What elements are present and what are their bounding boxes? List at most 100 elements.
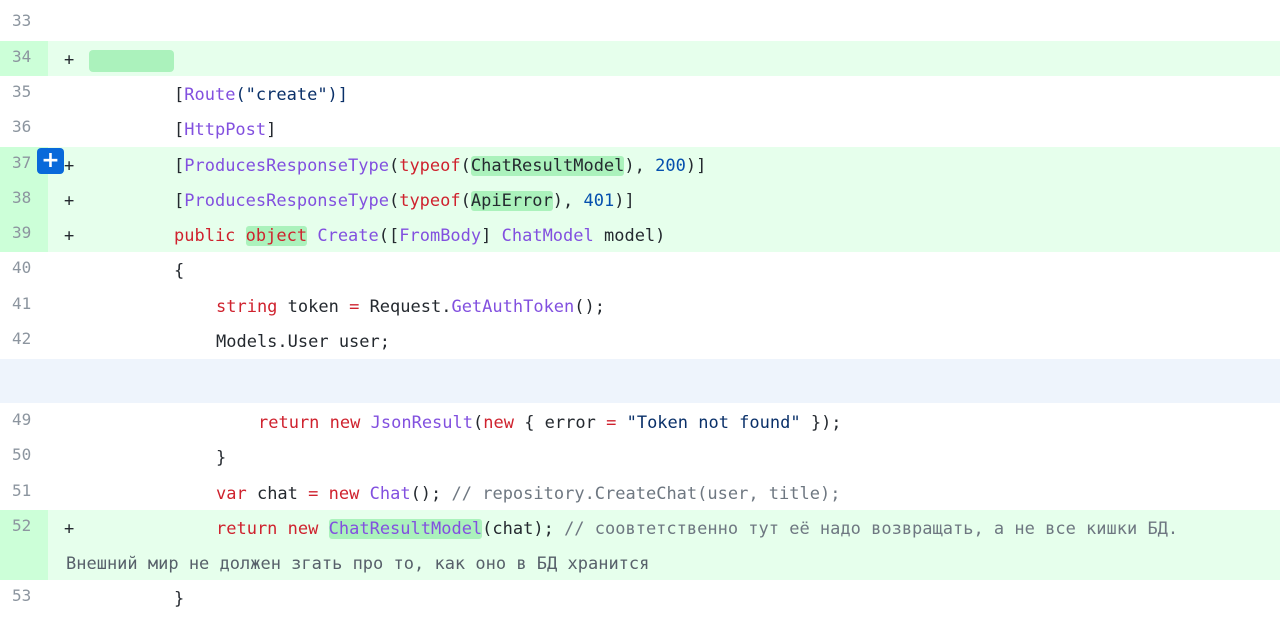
line-number-gutter[interactable]: 34 [0, 41, 48, 76]
code-text: { [174, 259, 184, 283]
diff-line-53: 53 } [0, 580, 1280, 616]
diff-line-41: 41 string token = Request.GetAuthToken()… [0, 288, 1280, 323]
code-token: chat [246, 484, 309, 504]
code-token: [ [174, 85, 185, 105]
line-number: 36 [12, 117, 32, 136]
code-token: }); [800, 413, 842, 433]
added-marker: + [64, 50, 75, 70]
diff-line-36: 36 [HttpPost] [0, 111, 1280, 147]
code-token: Request. [359, 297, 452, 317]
changed-word-highlight: ChatResultModel [470, 156, 625, 176]
changed-word-highlight: ApiError [470, 191, 553, 211]
code-token: ( [388, 156, 400, 176]
line-number: 52 [12, 516, 32, 535]
line-number-gutter[interactable]: 33 [0, 5, 48, 41]
code-token: (); [410, 484, 452, 504]
line-number-gutter[interactable]: 41 [0, 288, 48, 323]
code-token: (chat); [482, 519, 565, 539]
line-number-gutter[interactable]: 35 [0, 76, 48, 111]
line-number: 53 [12, 586, 32, 605]
line-number: 51 [12, 481, 32, 500]
code-text: [ProducesResponseType(typeof(ApiError), … [174, 189, 635, 213]
line-number-gutter[interactable]: 50 [0, 439, 48, 475]
code-token: [ [174, 156, 185, 176]
code-token: Chat [369, 484, 411, 504]
code-token: ProducesResponseType [184, 191, 389, 211]
code-token: )] [685, 156, 707, 176]
diff-line-38: 38 + [ProducesResponseType(typeof(ApiErr… [0, 182, 1280, 217]
code-token: } [216, 448, 227, 468]
code-text: var chat = new Chat(); // repository.Cre… [216, 482, 840, 506]
code-token: FromBody [399, 226, 482, 246]
diff-line-39: 39 + public object Create([FromBody] Cha… [0, 217, 1280, 252]
added-marker: + [64, 519, 75, 539]
code-token: ), [552, 191, 584, 211]
changed-word-highlight: object [245, 226, 308, 246]
diff-line-50: 50 } [0, 439, 1280, 475]
line-number: 49 [12, 410, 32, 429]
line-number: 37 [12, 153, 32, 172]
line-number-gutter[interactable]: 51 [0, 475, 48, 510]
line-number-gutter[interactable]: 42 [0, 323, 48, 359]
code-text: Models.User user; [216, 330, 390, 354]
code-token: Create [317, 226, 379, 246]
line-number: 34 [12, 47, 32, 66]
line-number-gutter[interactable]: 36 [0, 111, 48, 147]
line-number: 39 [12, 223, 32, 242]
code-token: 200 [655, 156, 686, 176]
code-token: ChatModel [501, 226, 594, 246]
add-comment-button[interactable]: + [37, 148, 64, 174]
line-number-gutter[interactable]: 39 [0, 217, 48, 252]
code-token: = [606, 413, 617, 433]
code-token: ), [624, 156, 656, 176]
line-number-gutter[interactable]: 38 [0, 182, 48, 217]
line-number-gutter[interactable]: 52 [0, 510, 48, 580]
changed-word-highlight: ChatResultModel [328, 519, 483, 539]
line-number-gutter[interactable]: 40 [0, 252, 48, 288]
code-text: [Route("create")] [174, 83, 348, 107]
code-text: [ProducesResponseType(typeof(ChatResultM… [174, 154, 706, 178]
code-token: public [174, 226, 236, 246]
diff-line-40: 40 { [0, 252, 1280, 288]
expand-hidden-lines[interactable] [0, 359, 1280, 403]
code-token: ( [473, 413, 484, 433]
code-token: typeof [399, 156, 461, 176]
line-number: 35 [12, 82, 32, 101]
code-text: string token = Request.GetAuthToken(); [216, 295, 605, 319]
code-token: (); [574, 297, 605, 317]
code-token: [ [174, 191, 185, 211]
diff-line-42: 42 Models.User user; [0, 323, 1280, 359]
code-token: ] [266, 120, 277, 140]
code-token: ] [481, 226, 502, 246]
code-token: JsonResult [370, 413, 473, 433]
code-token: new [287, 519, 319, 539]
line-number: 33 [12, 11, 32, 30]
code-token: = [349, 297, 360, 317]
code-token: } [174, 589, 185, 609]
code-token: ([ [378, 226, 400, 246]
code-text: return new JsonResult(new { error = "Tok… [258, 411, 842, 435]
code-token: "Token not found" [626, 413, 801, 433]
code-text: } [174, 587, 184, 611]
code-token: // соовтетственно тут её надо возвращать… [564, 519, 1179, 539]
code-token: var [216, 484, 247, 504]
added-marker: + [64, 156, 75, 176]
code-token: return [216, 519, 278, 539]
code-token: GetAuthToken [451, 297, 575, 317]
line-number: 40 [12, 258, 32, 277]
diff-line-35: 35 [Route("create")] [0, 76, 1280, 111]
code-token: { [174, 261, 185, 281]
line-number: 38 [12, 188, 32, 207]
line-number-gutter[interactable]: 49 [0, 404, 48, 439]
code-token: ( [388, 191, 400, 211]
code-token: ( [460, 156, 471, 176]
code-token: string [216, 297, 278, 317]
code-token: [ [174, 120, 185, 140]
line-number-gutter[interactable]: 53 [0, 580, 48, 616]
